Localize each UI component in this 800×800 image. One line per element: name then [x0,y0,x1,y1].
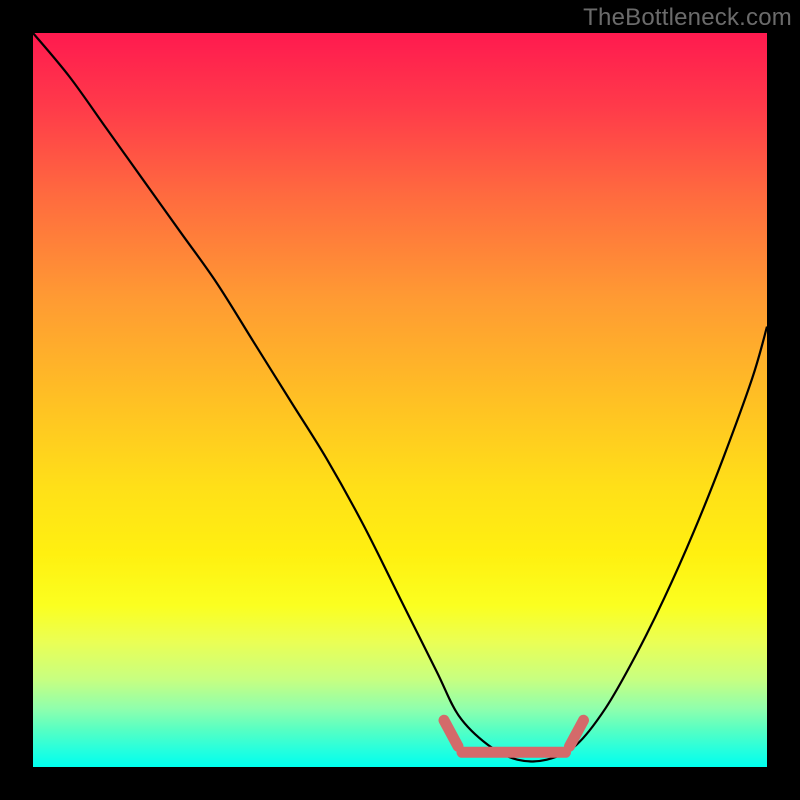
curve-layer [33,33,767,767]
attribution-text: TheBottleneck.com [583,4,792,32]
chart-frame: TheBottleneck.com [0,0,800,800]
bottleneck-curve [33,33,767,762]
plot-area [33,33,767,767]
